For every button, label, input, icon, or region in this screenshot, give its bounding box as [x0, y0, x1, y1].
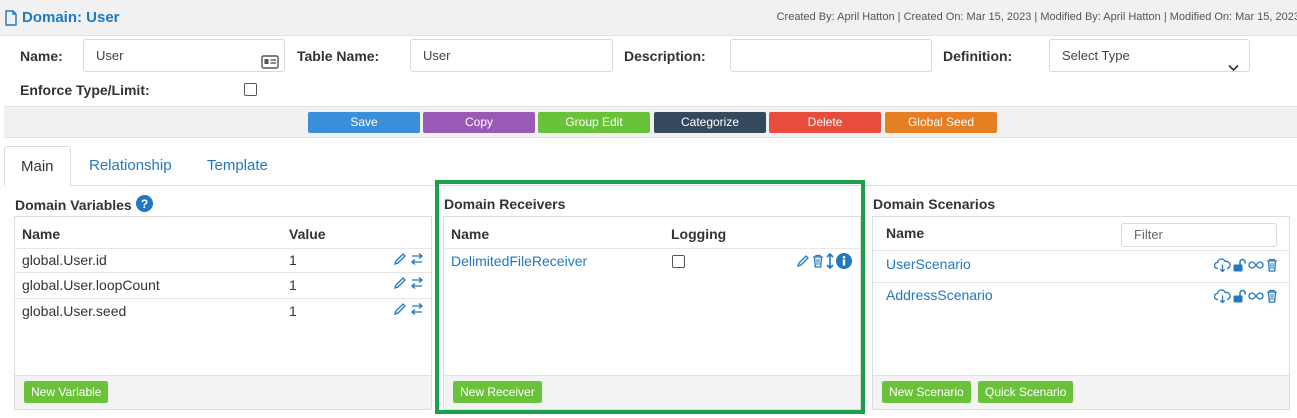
cloud-download-icon[interactable]: [1214, 258, 1231, 272]
variables-col-name: Name: [22, 226, 61, 242]
variable-value: 1: [289, 303, 297, 319]
receiver-row-actions: [796, 253, 852, 269]
enforce-checkbox[interactable]: [244, 83, 257, 96]
scenarios-col-name: Name: [886, 225, 925, 241]
unlock-icon[interactable]: [1233, 258, 1246, 272]
action-bar: Save Copy Group Edit Categorize Delete G…: [4, 106, 1297, 138]
table-name-value: User: [423, 48, 451, 63]
new-variable-button[interactable]: New Variable: [24, 381, 109, 403]
tab-main[interactable]: Main: [4, 146, 71, 187]
table-name-label: Table Name:: [297, 48, 380, 64]
table-name-field[interactable]: User: [410, 39, 613, 72]
variables-footer: New Variable: [15, 375, 431, 409]
pencil-icon[interactable]: [393, 302, 407, 316]
receivers-col-logging: Logging: [671, 226, 727, 242]
definition-label: Definition:: [943, 48, 1013, 64]
row-divider: [15, 272, 431, 273]
receivers-section-title: Domain Receivers: [444, 196, 565, 212]
pencil-icon[interactable]: [393, 276, 407, 290]
variable-name: global.User.seed: [22, 303, 127, 319]
variables-panel: Name Value global.User.id 1 global.User.…: [14, 216, 432, 410]
definition-select[interactable]: Select Type: [1049, 39, 1250, 72]
pencil-icon[interactable]: [393, 252, 407, 266]
row-divider: [873, 282, 1289, 283]
scenarios-section-title: Domain Scenarios: [873, 196, 995, 212]
variable-name: global.User.id: [22, 252, 107, 268]
sort-vertical-icon[interactable]: [826, 253, 834, 269]
scenario-filter-input[interactable]: Filter: [1121, 223, 1277, 247]
new-scenario-button[interactable]: New Scenario: [882, 381, 971, 403]
delete-button[interactable]: Delete: [769, 112, 881, 133]
scenario-row-actions: [1214, 289, 1278, 303]
page-header: Domain: User Created By: April Hatton | …: [0, 0, 1297, 36]
chevron-down-icon: [1228, 52, 1239, 83]
copy-button[interactable]: Copy: [423, 112, 535, 133]
description-field[interactable]: [730, 39, 932, 72]
header-divider: [444, 248, 860, 249]
variables-section-title: Domain Variables ?: [15, 195, 153, 215]
enforce-label: Enforce Type/Limit:: [20, 82, 150, 98]
receivers-col-name: Name: [451, 226, 490, 242]
scenarios-panel: Name Filter UserScenario AddressScenario…: [872, 216, 1290, 410]
cloud-download-icon[interactable]: [1214, 289, 1231, 303]
group-edit-button[interactable]: Group Edit: [538, 112, 650, 133]
new-receiver-button[interactable]: New Receiver: [453, 381, 542, 403]
page-title: Domain: User: [4, 9, 120, 26]
quick-scenario-button[interactable]: Quick Scenario: [978, 381, 1074, 403]
global-seed-button[interactable]: Global Seed: [885, 112, 997, 133]
receivers-footer: New Receiver: [444, 375, 860, 409]
help-icon[interactable]: ?: [135, 195, 153, 215]
scenario-name-link[interactable]: AddressScenario: [886, 287, 993, 303]
name-value: User: [96, 48, 124, 63]
infinity-icon[interactable]: [1248, 260, 1264, 270]
scenario-row-actions: [1214, 258, 1278, 272]
receivers-title-text: Domain Receivers: [444, 196, 566, 212]
header-divider: [15, 248, 431, 249]
tab-relationship[interactable]: Relationship: [73, 146, 188, 186]
swap-icon[interactable]: [409, 276, 425, 290]
document-icon: [4, 9, 18, 26]
variable-row-actions: [393, 302, 425, 316]
audit-info: Created By: April Hatton | Created On: M…: [776, 11, 1297, 23]
header-divider: [873, 250, 1289, 251]
tab-bar: Main Relationship Template: [4, 146, 1297, 187]
save-button[interactable]: Save: [308, 112, 420, 133]
tab-template[interactable]: Template: [191, 146, 284, 186]
trash-icon[interactable]: [1266, 258, 1278, 272]
filter-placeholder: Filter: [1134, 227, 1163, 242]
categorize-button[interactable]: Categorize: [654, 112, 766, 133]
receivers-panel: Name Logging DelimitedFileReceiver New R…: [443, 216, 861, 410]
scenarios-footer: New Scenario Quick Scenario: [873, 375, 1289, 409]
swap-icon[interactable]: [409, 252, 425, 266]
variable-row-actions: [393, 276, 425, 290]
pencil-icon[interactable]: [796, 254, 810, 268]
trash-icon[interactable]: [1266, 289, 1278, 303]
domain-form: Name: User Table Name: User Description:…: [4, 36, 1297, 106]
svg-text:?: ?: [141, 197, 148, 211]
variables-col-value: Value: [289, 226, 326, 242]
name-field[interactable]: User: [83, 39, 285, 72]
receiver-name-link[interactable]: DelimitedFileReceiver: [451, 253, 587, 269]
info-icon[interactable]: [836, 253, 852, 269]
description-label: Description:: [624, 48, 706, 64]
scenarios-title-text: Domain Scenarios: [873, 196, 996, 212]
variable-value: 1: [289, 252, 297, 268]
variable-name: global.User.loopCount: [22, 277, 160, 293]
variable-row-actions: [393, 252, 425, 266]
id-card-icon[interactable]: [261, 49, 279, 80]
definition-selected: Select Type: [1062, 48, 1130, 63]
variables-title-text: Domain Variables: [15, 197, 132, 213]
variable-value: 1: [289, 277, 297, 293]
page-title-text: Domain: User: [22, 9, 120, 26]
infinity-icon[interactable]: [1248, 291, 1264, 301]
swap-icon[interactable]: [409, 302, 425, 316]
trash-icon[interactable]: [812, 254, 824, 268]
name-label: Name:: [20, 48, 63, 64]
row-divider: [15, 298, 431, 299]
receiver-logging-checkbox[interactable]: [672, 255, 685, 268]
unlock-icon[interactable]: [1233, 289, 1246, 303]
scenario-name-link[interactable]: UserScenario: [886, 256, 971, 272]
